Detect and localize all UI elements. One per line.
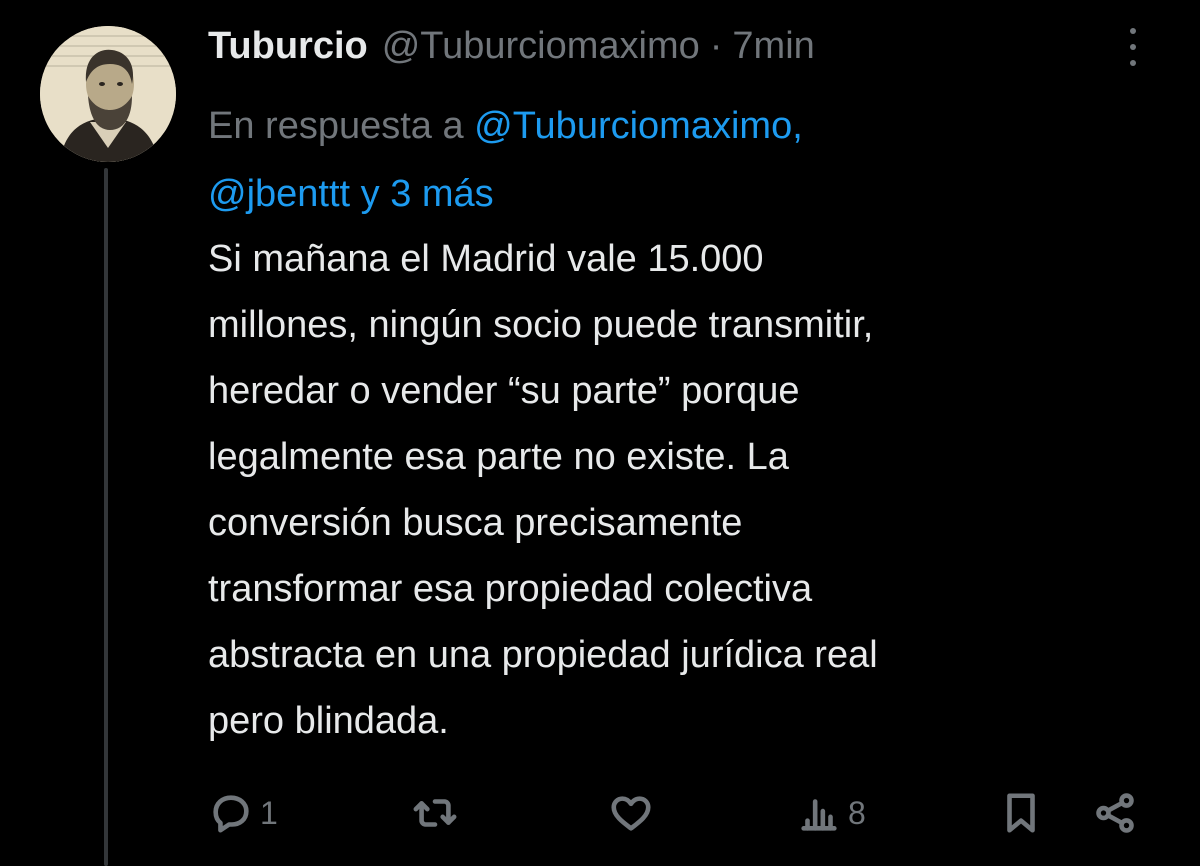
reply-icon	[213, 795, 249, 833]
views-button[interactable]: 8	[796, 786, 866, 840]
tweet-text: Si mañana el Madrid vale 15.000 millones…	[208, 238, 878, 742]
share-icon	[1096, 793, 1134, 833]
share-button[interactable]	[1092, 786, 1138, 840]
like-icon	[611, 796, 651, 831]
action-bar: 1 8	[208, 786, 1138, 840]
reply-mention-2[interactable]: @jbenttt y 3 más	[208, 173, 494, 215]
bookmark-button[interactable]	[998, 786, 1044, 840]
retweet-button[interactable]	[412, 786, 464, 840]
separator: ·	[709, 24, 723, 67]
author-handle[interactable]: @Tuburciomaximo	[382, 25, 700, 68]
tweet-time[interactable]: 7min	[732, 25, 814, 68]
reply-count: 1	[260, 794, 278, 831]
reply-context: En respuesta a @Tuburciomaximo, @jbenttt…	[208, 92, 1168, 228]
thread-line	[104, 168, 108, 866]
like-button[interactable]	[608, 786, 660, 840]
bookmark-icon	[1007, 793, 1035, 833]
retweet-icon	[413, 799, 457, 827]
views-count: 8	[848, 794, 866, 831]
more-icon[interactable]	[1120, 28, 1146, 66]
author-name[interactable]: Tuburcio	[208, 25, 368, 68]
tweet-header: Tuburcio @Tuburciomaximo · 7min	[208, 22, 815, 70]
views-icon	[801, 799, 837, 831]
avatar[interactable]	[40, 26, 176, 162]
reply-button[interactable]: 1	[208, 786, 278, 840]
avatar-portrait	[40, 26, 176, 162]
reply-prefix: En respuesta a	[208, 105, 475, 147]
reply-mention-1[interactable]: @Tuburciomaximo,	[474, 105, 803, 147]
